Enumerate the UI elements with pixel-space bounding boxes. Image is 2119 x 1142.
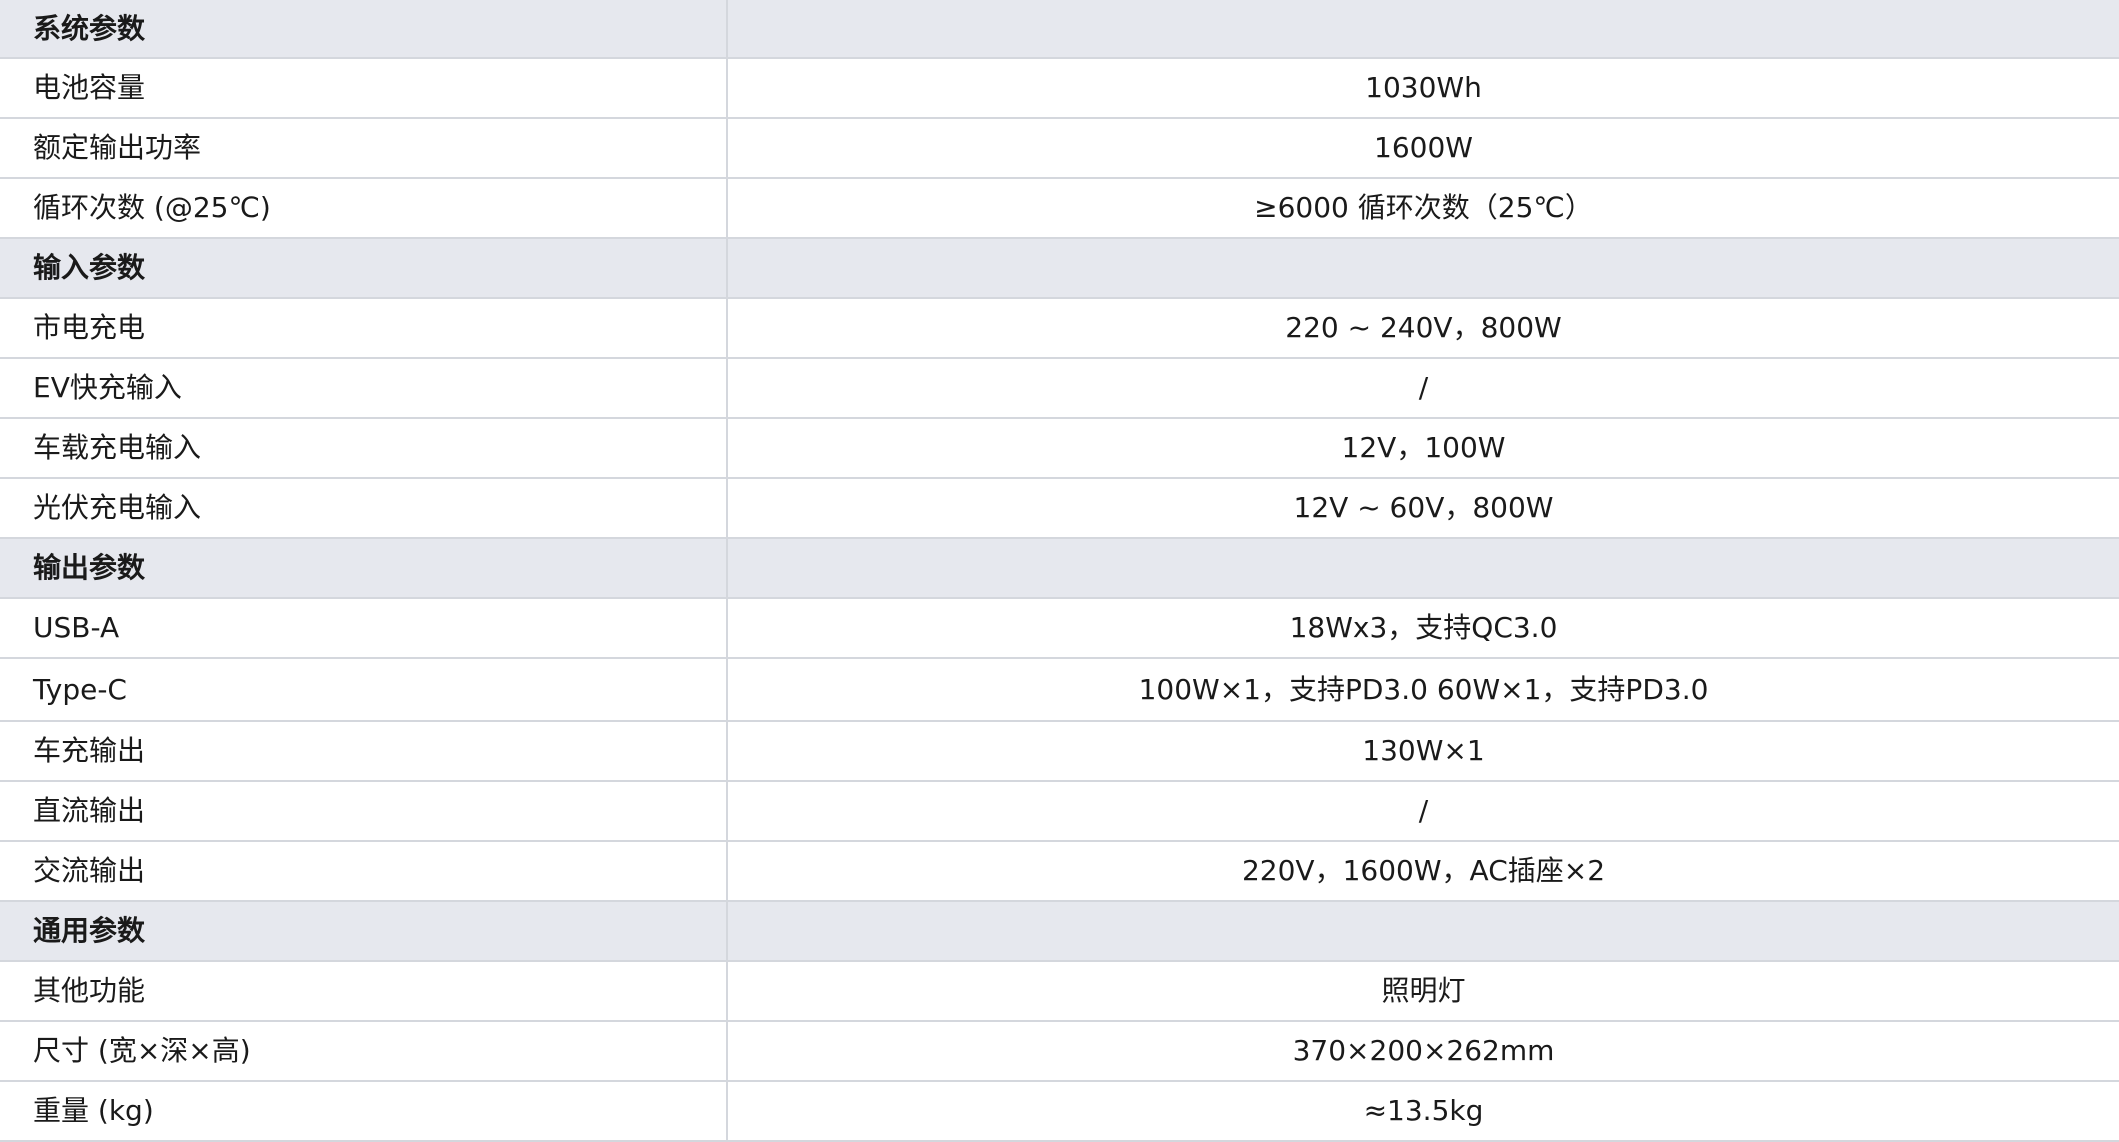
table-row: 车载充电输入 12V，100W	[0, 418, 2119, 479]
section-value	[727, 238, 2119, 299]
row-value: 370×200×262mm	[727, 1021, 2119, 1082]
table-row: 直流输出 /	[0, 781, 2119, 842]
table-row: 重量 (kg) ≈13.5kg	[0, 1081, 2119, 1142]
table-row: 电池容量 1030Wh	[0, 58, 2119, 119]
section-header-system: 系统参数	[0, 0, 2119, 59]
row-value: 220V，1600W，AC插座×2	[727, 841, 2119, 902]
section-title: 输入参数	[0, 238, 728, 299]
section-value	[727, 538, 2119, 599]
row-label: 光伏充电输入	[0, 478, 728, 539]
section-value	[727, 0, 2119, 59]
row-label: 电池容量	[0, 58, 728, 119]
table-row: 其他功能 照明灯	[0, 961, 2119, 1022]
row-value: /	[727, 781, 2119, 842]
section-header-output: 输出参数	[0, 538, 2119, 599]
row-label: 其他功能	[0, 961, 728, 1022]
row-value: 12V，100W	[727, 418, 2119, 479]
row-label: 车载充电输入	[0, 418, 728, 479]
row-label: EV快充输入	[0, 358, 728, 419]
table-row: Type-C 100W×1，支持PD3.0 60W×1，支持PD3.0	[0, 658, 2119, 722]
table-row: USB-A 18Wx3，支持QC3.0	[0, 598, 2119, 659]
section-header-input: 输入参数	[0, 238, 2119, 299]
row-value: ≈13.5kg	[727, 1081, 2119, 1142]
table-row: 市电充电 220 ~ 240V，800W	[0, 298, 2119, 359]
row-value: 130W×1	[727, 721, 2119, 782]
section-title: 输出参数	[0, 538, 728, 599]
row-value: /	[727, 358, 2119, 419]
row-value: 220 ~ 240V，800W	[727, 298, 2119, 359]
table-row: 交流输出 220V，1600W，AC插座×2	[0, 841, 2119, 902]
row-value: 12V ~ 60V，800W	[727, 478, 2119, 539]
row-value: 1030Wh	[727, 58, 2119, 119]
section-header-general: 通用参数	[0, 901, 2119, 962]
table-row: 额定输出功率 1600W	[0, 118, 2119, 179]
row-value: 照明灯	[727, 961, 2119, 1022]
row-label: 循环次数 (@25℃)	[0, 178, 728, 239]
row-value: 1600W	[727, 118, 2119, 179]
row-label: 直流输出	[0, 781, 728, 842]
table-row: 车充输出 130W×1	[0, 721, 2119, 782]
section-value	[727, 901, 2119, 962]
row-value: 18Wx3，支持QC3.0	[727, 598, 2119, 659]
row-label: 车充输出	[0, 721, 728, 782]
row-label: 重量 (kg)	[0, 1081, 728, 1142]
row-label: USB-A	[0, 598, 728, 659]
row-label: 额定输出功率	[0, 118, 728, 179]
table-row: 光伏充电输入 12V ~ 60V，800W	[0, 478, 2119, 539]
section-title: 系统参数	[0, 0, 728, 59]
table-row: 循环次数 (@25℃) ≥6000 循环次数（25℃）	[0, 178, 2119, 239]
section-title: 通用参数	[0, 901, 728, 962]
table-row: EV快充输入 /	[0, 358, 2119, 419]
row-label: 交流输出	[0, 841, 728, 902]
row-value: 100W×1，支持PD3.0 60W×1，支持PD3.0	[727, 658, 2119, 722]
row-label: Type-C	[0, 658, 728, 722]
row-label: 市电充电	[0, 298, 728, 359]
spec-table: 系统参数 电池容量 1030Wh 额定输出功率 1600W 循环次数 (@25℃…	[0, 0, 2119, 1142]
row-label: 尺寸 (宽×深×高)	[0, 1021, 728, 1082]
row-value: ≥6000 循环次数（25℃）	[727, 178, 2119, 239]
spec-table-body: 系统参数 电池容量 1030Wh 额定输出功率 1600W 循环次数 (@25℃…	[0, 0, 2119, 1142]
table-row: 尺寸 (宽×深×高) 370×200×262mm	[0, 1021, 2119, 1082]
